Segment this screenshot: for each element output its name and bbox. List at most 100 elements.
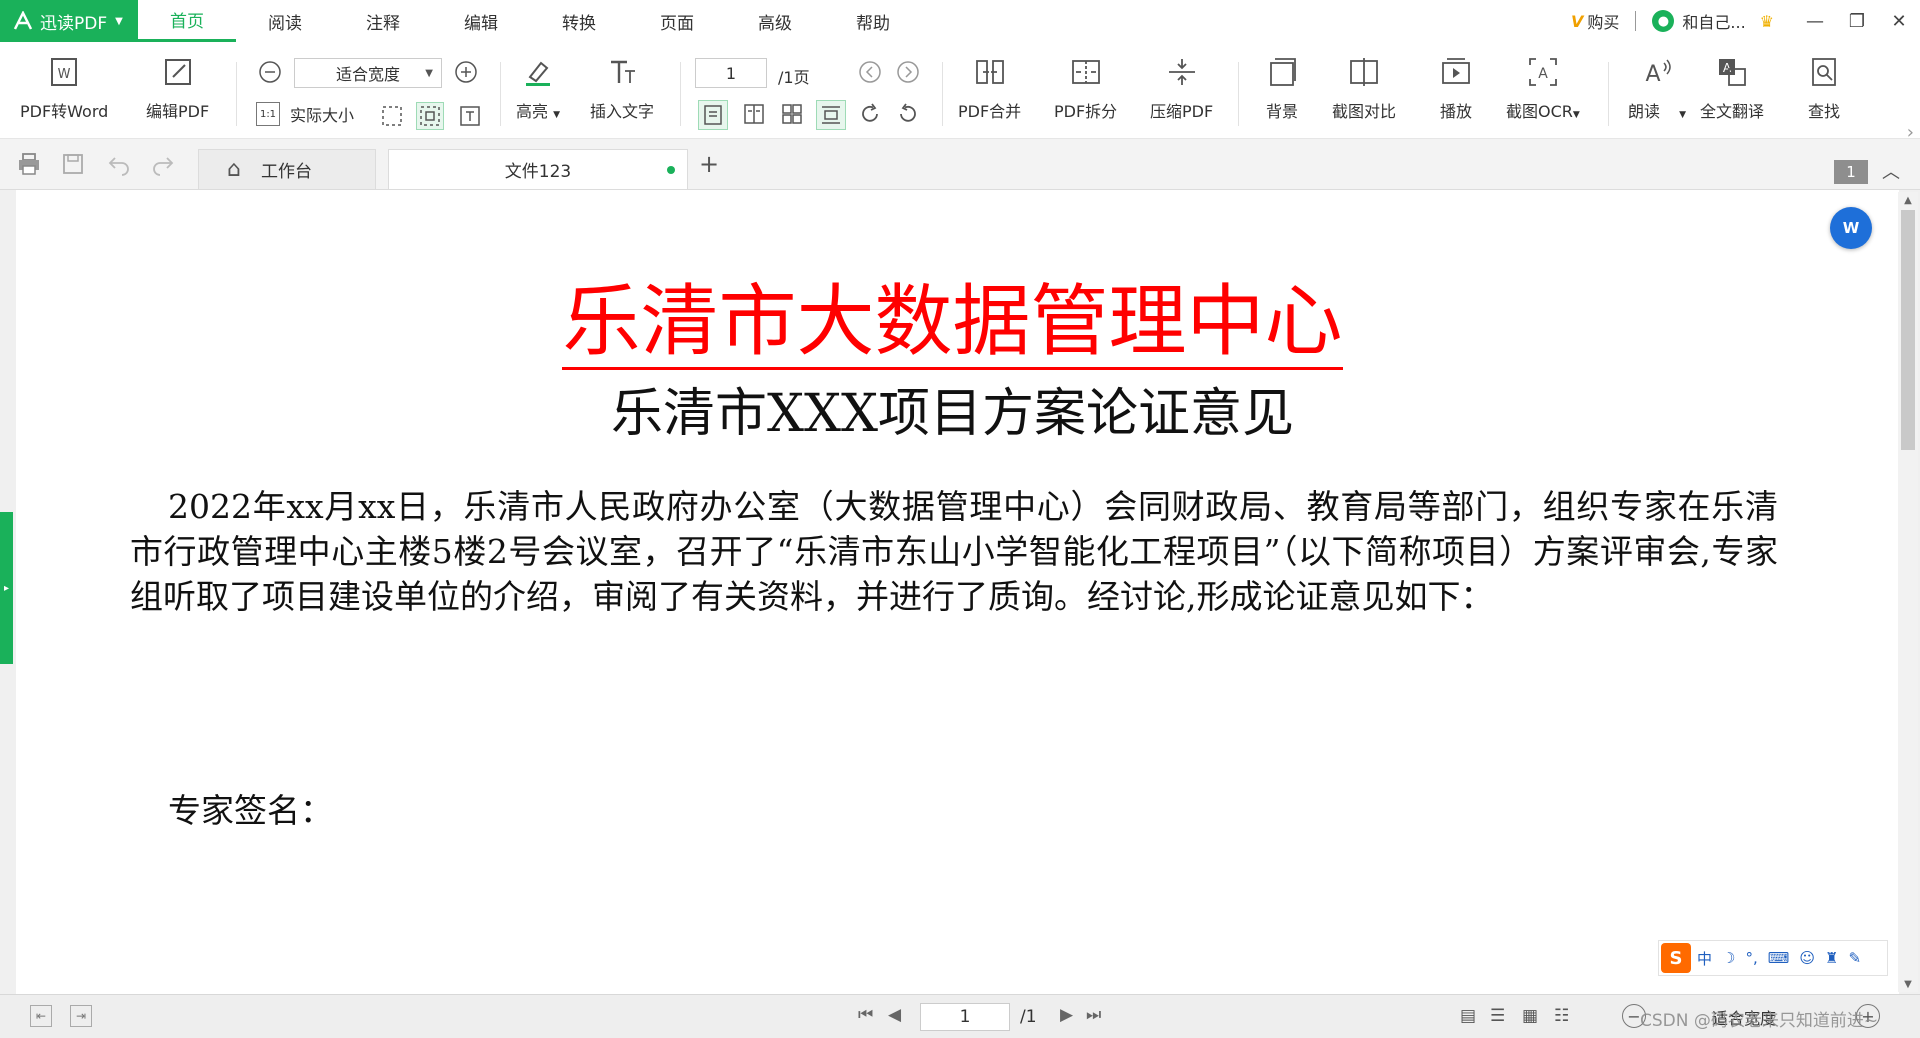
tab-convert[interactable]: 转换: [530, 0, 628, 42]
close-button[interactable]: ✕: [1878, 0, 1920, 42]
document-subheading: 乐清市XXX项目方案论证意见: [610, 384, 1295, 444]
user-icon[interactable]: ☺: [1799, 949, 1815, 967]
rotate-clockwise-icon[interactable]: [856, 100, 884, 128]
chevron-up-icon[interactable]: ︿: [1882, 158, 1900, 184]
side-panel-toggle[interactable]: ▸: [0, 512, 13, 664]
actual-size-button[interactable]: 1:1 实际大小: [256, 102, 354, 126]
menu-tabs: 首页 阅读 注释 编辑 转换 页面 高级 帮助: [138, 0, 922, 42]
expand-right-icon[interactable]: ⇥: [70, 1005, 92, 1027]
save-icon[interactable]: [60, 151, 86, 177]
page-number-input[interactable]: 1: [695, 58, 767, 88]
double-page-view-icon[interactable]: [740, 100, 768, 128]
continuous-double-view-icon[interactable]: ☷: [1554, 1006, 1569, 1026]
vip-buy-label: 购买: [1587, 13, 1620, 32]
play-label: 播放: [1439, 102, 1472, 121]
double-page-view-icon[interactable]: ☰: [1490, 1006, 1505, 1026]
page-total: /1页: [778, 68, 810, 87]
translate-label: 全文翻译: [1700, 102, 1765, 121]
background-button[interactable]: 背景: [1262, 52, 1302, 122]
brand-menu-button[interactable]: 迅读PDF ▼: [0, 0, 138, 42]
fit-width-icon[interactable]: [416, 102, 444, 130]
signature-label: 专家签名：: [168, 791, 333, 830]
continuous-view-icon[interactable]: ▦: [1522, 1006, 1538, 1026]
next-page-icon[interactable]: ▶: [1060, 1005, 1073, 1025]
translate-icon: A: [1712, 52, 1752, 92]
rotate-counterclockwise-icon[interactable]: [894, 100, 922, 128]
read-aloud-button[interactable]: A 朗读 ▼: [1628, 52, 1686, 122]
single-page-view-icon[interactable]: [698, 100, 728, 130]
svg-text:W: W: [58, 67, 71, 82]
vip-buy-button[interactable]: V 购买: [1571, 9, 1619, 33]
scroll-up-icon[interactable]: ▲: [1898, 192, 1918, 208]
fit-page-icon[interactable]: [378, 102, 406, 130]
zoom-in-icon[interactable]: [452, 58, 480, 86]
tab-edit[interactable]: 编辑: [432, 0, 530, 42]
minimize-button[interactable]: —: [1794, 0, 1836, 42]
to-word-float-icon[interactable]: W: [1830, 207, 1872, 249]
tab-help[interactable]: 帮助: [824, 0, 922, 42]
pdf-split-button[interactable]: PDF拆分: [1054, 52, 1117, 122]
read-aloud-label: 朗读 ▼: [1628, 102, 1687, 121]
redo-icon[interactable]: [150, 151, 176, 177]
ime-mode[interactable]: 中: [1697, 948, 1712, 969]
keyboard-icon[interactable]: ⌨: [1768, 949, 1790, 967]
screenshot-ocr-button[interactable]: A 截图OCR▼: [1506, 52, 1580, 122]
user-account-button[interactable]: ● 和自己...: [1652, 9, 1746, 33]
single-page-view-icon[interactable]: ▤: [1460, 1006, 1476, 1026]
prev-page-icon[interactable]: [856, 58, 884, 86]
pdf-split-icon: [1066, 52, 1106, 92]
highlight-button[interactable]: 高亮 ▼: [516, 52, 560, 122]
tab-annotate[interactable]: 注释: [334, 0, 432, 42]
next-page-icon[interactable]: [894, 58, 922, 86]
find-label: 查找: [1807, 102, 1840, 121]
compress-pdf-button[interactable]: 压缩PDF: [1150, 52, 1213, 122]
insert-text-button[interactable]: 插入文字: [590, 52, 654, 122]
edit-pdf-icon: [158, 52, 198, 92]
ocr-icon: A: [1523, 52, 1563, 92]
divider: [1635, 11, 1637, 31]
tab-workbench[interactable]: ⌂ 工作台: [198, 149, 376, 189]
full-translate-button[interactable]: A 全文翻译: [1700, 52, 1764, 122]
screenshot-compare-button[interactable]: 截图对比: [1332, 52, 1396, 122]
status-page-total: /1: [1020, 1007, 1037, 1027]
find-button[interactable]: 查找: [1804, 52, 1844, 122]
divider: [500, 62, 501, 126]
tab-read[interactable]: 阅读: [236, 0, 334, 42]
unsaved-dot-icon: [667, 166, 675, 174]
background-label: 背景: [1265, 102, 1298, 121]
tab-home[interactable]: 首页: [138, 0, 236, 42]
status-page-input[interactable]: 1: [920, 1003, 1010, 1031]
pdf-to-word-button[interactable]: W PDF转Word: [20, 52, 108, 122]
file-tab-label: 文件123: [504, 162, 572, 182]
pdf-merge-button[interactable]: PDF合并: [958, 52, 1021, 122]
avatar-icon: ●: [1652, 10, 1675, 32]
last-page-icon[interactable]: ⏭: [1086, 1005, 1101, 1025]
first-page-icon[interactable]: ⏮: [858, 1005, 873, 1025]
tab-advanced[interactable]: 高级: [726, 0, 824, 42]
zoom-out-icon[interactable]: [256, 58, 284, 86]
shirt-icon[interactable]: ♜: [1825, 949, 1838, 967]
continuous-scroll-view-icon[interactable]: [816, 100, 846, 130]
workbench-label: 工作台: [260, 162, 312, 182]
tab-page[interactable]: 页面: [628, 0, 726, 42]
zoom-select[interactable]: 适合宽度 ▼: [294, 58, 442, 88]
play-button[interactable]: 播放: [1436, 52, 1476, 122]
collapse-left-icon[interactable]: ⇤: [30, 1005, 52, 1027]
screenshot-compare-label: 截图对比: [1332, 102, 1397, 121]
moon-icon[interactable]: ☽: [1722, 949, 1735, 967]
add-tab-icon[interactable]: +: [696, 150, 722, 178]
pdf-merge-label: PDF合并: [958, 102, 1022, 121]
undo-icon[interactable]: [106, 151, 132, 177]
continuous-double-view-icon[interactable]: [778, 100, 806, 128]
punctuation-icon[interactable]: °,: [1745, 949, 1757, 967]
prev-page-icon[interactable]: ◀: [888, 1005, 901, 1025]
restore-button[interactable]: ❐: [1836, 0, 1878, 42]
tab-file-document[interactable]: 文件123: [388, 149, 688, 189]
edit-pdf-button[interactable]: 编辑PDF: [146, 52, 209, 122]
select-text-icon[interactable]: [456, 102, 484, 130]
ime-toolbar[interactable]: S 中 ☽ °, ⌨ ☺ ♜ ✎: [1658, 940, 1888, 976]
scroll-down-icon[interactable]: ▼: [1898, 976, 1918, 992]
print-icon[interactable]: [16, 151, 42, 177]
wrench-icon[interactable]: ✎: [1849, 949, 1862, 967]
divider: [1608, 62, 1609, 126]
